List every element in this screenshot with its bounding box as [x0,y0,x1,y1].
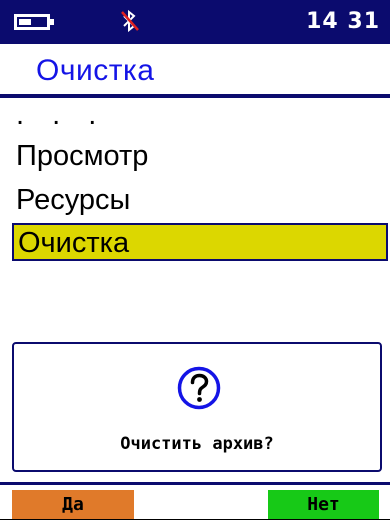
page-title: Очистка [36,54,155,87]
menu-item-resources[interactable]: Ресурсы [12,182,388,220]
clock: 14 31 [306,9,380,34]
menu-item-clear-selected[interactable]: Очистка [12,223,388,261]
device-screen: 14 31 Очистка . . . Просмотр Ресурсы Очи… [0,0,390,519]
status-bar: 14 31 [0,0,390,44]
confirm-dialog: Очистить архив? [12,342,382,472]
question-icon [177,366,221,410]
battery-icon [14,14,54,30]
no-button[interactable]: Нет [268,490,379,519]
bluetooth-off-icon [121,9,139,33]
menu-item-back[interactable]: . . . [12,100,388,130]
yes-button[interactable]: Да [12,490,134,519]
menu-item-view[interactable]: Просмотр [12,138,388,176]
title-divider [0,94,390,98]
title-area: Очистка [0,44,390,96]
softkey-bar: Да Нет [0,485,390,519]
dialog-message: Очистить архив? [120,434,274,454]
